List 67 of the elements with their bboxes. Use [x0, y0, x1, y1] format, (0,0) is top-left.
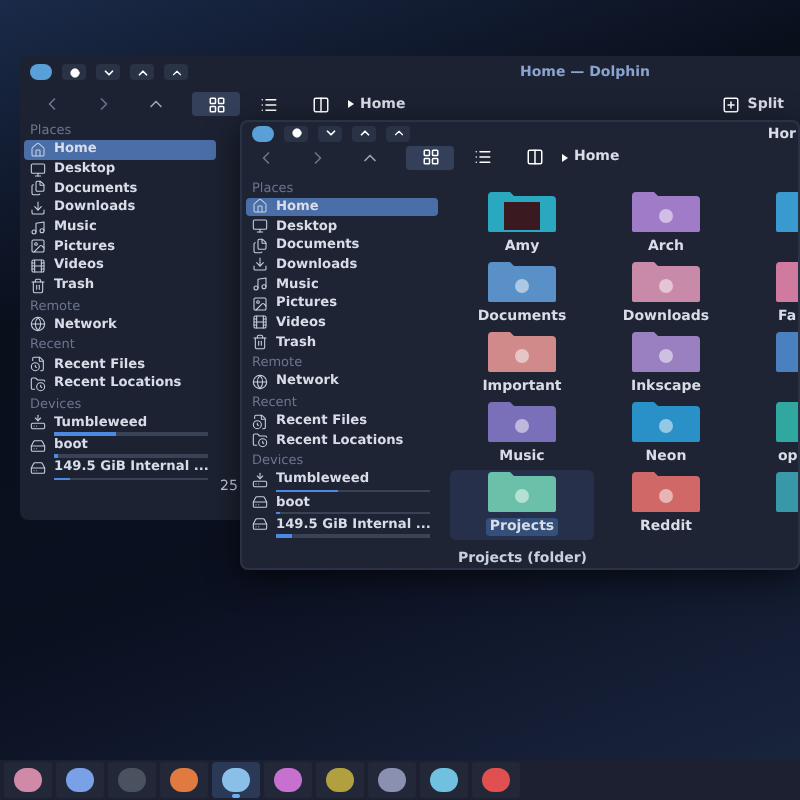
network-icon	[252, 373, 268, 390]
icons-view-button[interactable]	[406, 145, 454, 169]
network-icon	[30, 316, 46, 333]
app-icon[interactable]	[252, 125, 274, 142]
taskbar-app[interactable]	[472, 762, 520, 798]
drive-icon	[30, 437, 46, 454]
caret-up-icon	[357, 126, 371, 141]
minimize-button[interactable]	[318, 125, 342, 142]
trash-icon	[30, 277, 46, 294]
menu-button[interactable]	[62, 64, 86, 80]
grid-icon	[207, 95, 225, 113]
maximize-button[interactable]	[352, 125, 376, 142]
recent-files-icon	[252, 413, 268, 430]
music-icon	[30, 219, 46, 236]
list-icon	[259, 95, 277, 113]
downloads-icon	[30, 199, 46, 216]
arrow-icon	[348, 100, 354, 108]
dot-icon	[291, 128, 301, 139]
taskbar-app[interactable]	[368, 762, 416, 798]
dot-icon	[69, 67, 79, 77]
downloads-icon	[252, 256, 268, 273]
columns-icon	[525, 148, 543, 166]
videos-icon	[30, 257, 46, 274]
columns-icon	[311, 95, 329, 113]
active-indicator	[232, 794, 240, 798]
keep-above-button[interactable]	[386, 125, 410, 142]
maximize-button[interactable]	[130, 64, 154, 80]
chevron-up-icon	[391, 126, 405, 141]
videos-icon	[252, 314, 268, 331]
caret-down-icon	[323, 126, 337, 141]
app-icon[interactable]	[30, 64, 52, 80]
arrow-icon	[562, 153, 568, 161]
taskbar-app[interactable]	[420, 762, 468, 798]
grid-icon	[421, 148, 439, 166]
desktop-icon	[252, 218, 268, 235]
documents-icon	[30, 180, 46, 197]
split-icon	[721, 95, 740, 113]
chevron-up-icon	[169, 65, 183, 79]
device-icon	[30, 414, 46, 431]
pictures-icon	[252, 295, 268, 312]
icons-view-button[interactable]	[192, 92, 240, 116]
taskbar-app[interactable]	[160, 762, 208, 798]
drive-icon	[30, 459, 46, 476]
recent-locations-icon	[252, 432, 268, 449]
taskbar-app[interactable]	[316, 762, 364, 798]
recent-locations-icon	[30, 375, 46, 392]
device-icon	[252, 471, 268, 488]
drive-icon	[252, 516, 268, 533]
desktop-icon	[30, 161, 46, 178]
taskbar-app[interactable]	[56, 762, 104, 798]
list-icon	[473, 148, 491, 166]
home-icon	[252, 198, 268, 215]
music-icon	[252, 276, 268, 293]
documents-icon	[252, 237, 268, 254]
caret-down-icon	[101, 65, 115, 79]
home-icon	[30, 141, 46, 158]
taskbar-app[interactable]	[212, 762, 260, 798]
pictures-icon	[30, 238, 46, 255]
taskbar-app[interactable]	[4, 762, 52, 798]
keep-above-button[interactable]	[164, 64, 188, 80]
trash-icon	[252, 334, 268, 351]
recent-files-icon	[30, 356, 46, 373]
drive-icon	[252, 494, 268, 511]
taskbar-app[interactable]	[264, 762, 312, 798]
minimize-button[interactable]	[96, 64, 120, 80]
caret-up-icon	[135, 65, 149, 79]
menu-button[interactable]	[284, 125, 308, 142]
